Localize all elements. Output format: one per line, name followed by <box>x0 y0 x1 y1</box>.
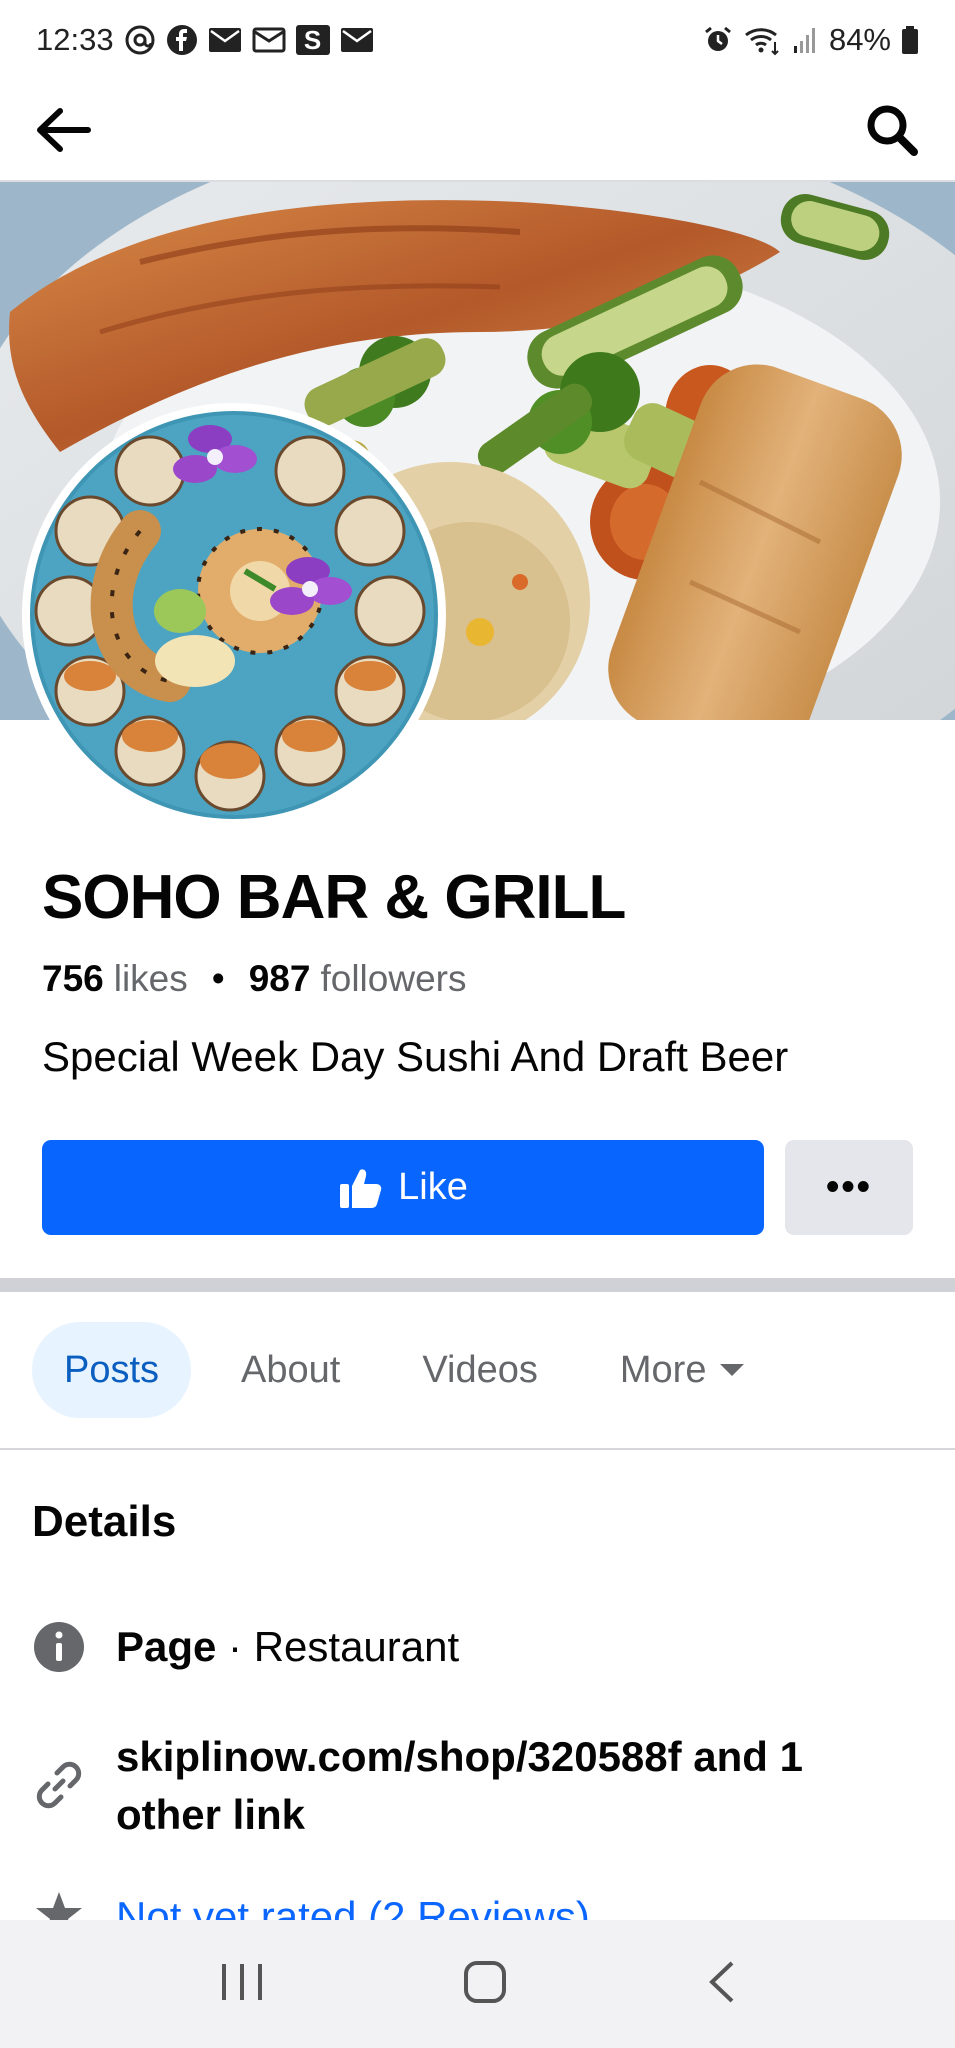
more-options-button[interactable]: ••• <box>785 1140 913 1235</box>
tab-posts[interactable]: Posts <box>32 1322 192 1418</box>
detail-page-label: Page <box>116 1623 217 1670</box>
status-time: 12:33 <box>36 22 114 57</box>
followers-label: followers <box>320 958 467 999</box>
likes-label: likes <box>113 958 188 999</box>
tab-posts-label: Posts <box>64 1348 160 1391</box>
detail-row-category: Page · Restaurant <box>32 1620 459 1676</box>
system-back-button[interactable] <box>706 1960 736 2009</box>
tab-about-label: About <box>241 1348 341 1391</box>
chevron-left-icon <box>708 1961 733 2002</box>
status-left: 12:33 S <box>36 22 374 58</box>
search-icon <box>867 105 918 156</box>
tab-more-label: More <box>619 1348 707 1391</box>
tab-more[interactable]: More <box>588 1322 777 1418</box>
home-icon <box>463 1960 506 2003</box>
mail-outline-icon <box>252 23 286 57</box>
battery-icon <box>901 23 919 57</box>
battery-percent: 84% <box>828 22 891 57</box>
caret-down-icon <box>720 1364 745 1376</box>
arrow-left-icon <box>37 108 91 152</box>
likes-count: 756 <box>42 958 104 999</box>
stats-separator: • <box>211 958 225 999</box>
page-stats: 756 likes • 987 followers <box>42 958 466 1000</box>
tab-videos-label: Videos <box>422 1348 538 1391</box>
info-icon <box>32 1620 86 1674</box>
thumbs-up-icon <box>340 1168 382 1208</box>
tab-videos[interactable]: Videos <box>390 1322 570 1418</box>
alarm-icon <box>703 23 733 57</box>
page-tagline: Special Week Day Sushi And Draft Beer <box>42 1033 789 1080</box>
facebook-icon <box>166 23 198 57</box>
tab-about[interactable]: About <box>209 1322 372 1418</box>
threads-icon <box>124 23 156 57</box>
detail-separator: · <box>216 1623 254 1670</box>
signal-icon <box>793 23 819 57</box>
back-button[interactable] <box>30 97 96 163</box>
system-nav-bar <box>0 1920 955 2048</box>
mail-icon <box>208 23 242 57</box>
status-bar: 12:33 S 84% <box>0 0 955 80</box>
home-button[interactable] <box>463 1960 507 2009</box>
status-right: 84% <box>703 22 919 58</box>
profile-sushi-image <box>30 411 438 819</box>
section-divider <box>0 1278 955 1292</box>
mail-icon-2 <box>340 23 374 57</box>
s-app-icon: S <box>295 25 330 55</box>
wifi-icon <box>743 23 783 57</box>
detail-category-text: Page · Restaurant <box>116 1618 459 1676</box>
more-options-icon: ••• <box>826 1166 872 1208</box>
details-heading: Details <box>32 1497 177 1546</box>
search-button[interactable] <box>859 97 925 163</box>
like-label: Like <box>398 1166 468 1208</box>
page-tabs: Posts About Videos More <box>0 1292 955 1450</box>
page-title: SOHO BAR & GRILL <box>42 863 626 932</box>
like-button[interactable]: Like <box>42 1140 764 1235</box>
detail-row-website[interactable]: skiplinow.com/shop/320588f and 1 other l… <box>32 1728 876 1844</box>
recent-apps-button[interactable] <box>220 1962 264 2007</box>
link-icon <box>32 1758 86 1812</box>
profile-picture[interactable] <box>22 403 446 827</box>
recent-apps-icon <box>221 1963 262 2000</box>
website-link[interactable]: skiplinow.com/shop/320588f and 1 other l… <box>116 1728 876 1844</box>
detail-category: Restaurant <box>253 1623 460 1670</box>
followers-count: 987 <box>248 958 311 999</box>
app-bar <box>0 80 955 182</box>
